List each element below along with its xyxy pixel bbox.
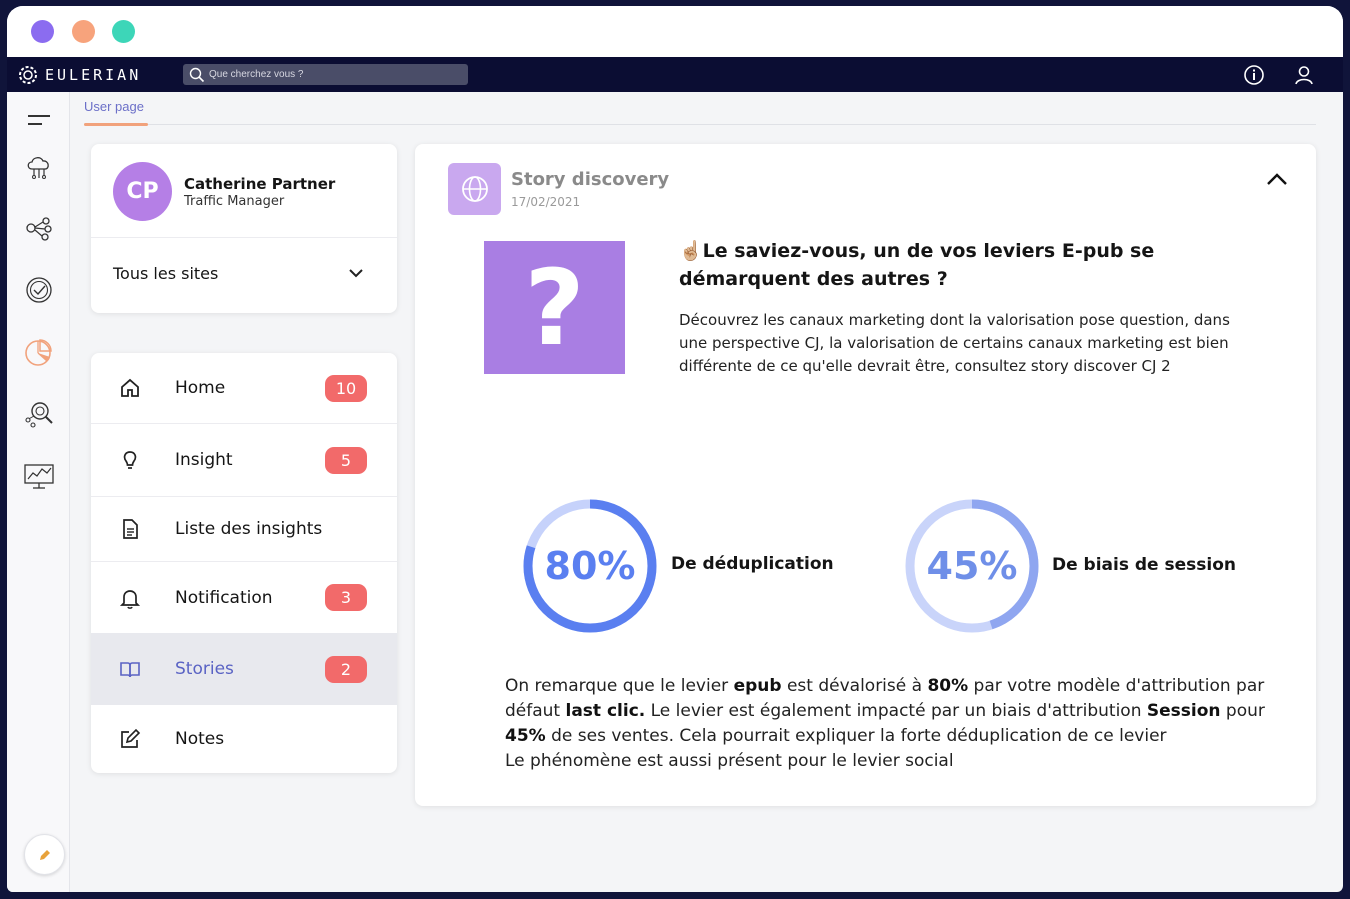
- story-summary: On remarque que le levier epub est déval…: [505, 674, 1285, 774]
- summary-emphasis: 80%: [927, 676, 969, 696]
- story-title: Story discovery: [511, 169, 670, 190]
- cloud-network-icon: [27, 157, 49, 179]
- hamburger-icon: [28, 115, 50, 125]
- info-icon[interactable]: [1243, 64, 1265, 86]
- summary-text: Le levier est également impacté par un b…: [645, 701, 1147, 721]
- deduplication-gauge: 80%: [520, 496, 660, 636]
- search-input[interactable]: [209, 69, 459, 80]
- user-name: Catherine Partner: [184, 175, 336, 193]
- menu-toggle-button[interactable]: [23, 104, 55, 136]
- node-graph-icon: [26, 217, 52, 241]
- chevron-up-icon[interactable]: [1266, 172, 1288, 186]
- summary-emphasis: Session: [1146, 701, 1221, 721]
- summary-text: Le phénomène est aussi présent pour le l…: [505, 751, 954, 771]
- bell-icon: [119, 587, 141, 609]
- gauge-value: 80%: [544, 544, 636, 588]
- question-mark-illustration: ?: [484, 241, 625, 374]
- menu-item-label: Liste des insights: [175, 519, 323, 539]
- count-badge: 10: [325, 374, 367, 402]
- lightbulb-icon: [119, 449, 141, 471]
- story-headline: ☝🏼Le saviez-vous, un de vos leviers E-pu…: [679, 237, 1259, 293]
- avatar: CP: [113, 162, 172, 221]
- session-bias-gauge: 45%: [902, 496, 1042, 636]
- summary-text: de ses ventes. Cela pourrait expliquer l…: [545, 726, 1167, 746]
- story-headline-text: Le saviez-vous, un de vos leviers E-pub …: [679, 240, 1155, 290]
- user-role: Traffic Manager: [184, 194, 285, 209]
- pencil-icon: [39, 849, 50, 860]
- chevron-down-icon[interactable]: [348, 268, 364, 278]
- menu-item-notes[interactable]: Notes: [91, 705, 397, 773]
- window-close-button[interactable]: [31, 20, 54, 43]
- question-glyph: ?: [524, 246, 585, 369]
- floating-edit-button[interactable]: [24, 834, 65, 875]
- menu-item-label: Insight: [175, 450, 233, 470]
- magnifier-network-icon: [25, 402, 53, 428]
- gauge-value: 45%: [926, 544, 1018, 588]
- summary-emphasis: 45%: [505, 726, 546, 746]
- book-icon: [119, 658, 141, 680]
- rail-search-analysis[interactable]: [23, 398, 55, 430]
- edit-icon: [119, 728, 141, 750]
- summary-text: pour: [1220, 701, 1265, 721]
- navigation-menu: Home 10 Insight 5 Liste des insights Not…: [91, 353, 397, 773]
- story-type-badge: [448, 163, 501, 215]
- count-badge: 5: [325, 446, 367, 474]
- summary-emphasis: epub: [733, 676, 782, 696]
- globe-icon: [461, 176, 488, 202]
- gauge-label: De biais de session: [1052, 555, 1237, 575]
- gauge-label: De déduplication: [671, 554, 834, 574]
- menu-item-label: Stories: [175, 659, 234, 679]
- count-badge: 2: [325, 655, 367, 683]
- breadcrumb-divider: [84, 124, 1316, 125]
- document-icon: [119, 518, 141, 540]
- breadcrumb-user-page[interactable]: User page: [84, 99, 144, 114]
- brand-name: EULERIAN: [45, 66, 142, 84]
- top-navigation-bar: EULERIAN: [7, 57, 1343, 92]
- brand-logo[interactable]: EULERIAN: [17, 64, 141, 86]
- rail-connections[interactable]: [23, 212, 55, 244]
- menu-item-insight[interactable]: Insight 5: [91, 424, 397, 496]
- user-account-icon[interactable]: [1293, 64, 1315, 86]
- menu-item-notification[interactable]: Notification 3: [91, 562, 397, 633]
- global-search[interactable]: [183, 64, 468, 85]
- site-selector-label[interactable]: Tous les sites: [113, 264, 218, 283]
- profile-divider: [91, 237, 397, 238]
- summary-emphasis: last clic.: [565, 701, 646, 721]
- window-titlebar: [7, 6, 1343, 57]
- summary-text: On remarque que le levier: [505, 676, 734, 696]
- story-card: Story discovery 17/02/2021 ? ☝🏼Le saviez…: [415, 144, 1316, 806]
- pie-chart-icon: [25, 339, 52, 366]
- menu-item-insights-list[interactable]: Liste des insights: [91, 497, 397, 561]
- rail-data-collection[interactable]: [23, 150, 55, 182]
- menu-item-home[interactable]: Home 10: [91, 353, 397, 423]
- pointing-hand-emoji: ☝🏼: [679, 240, 703, 262]
- count-badge: 3: [325, 584, 367, 611]
- rail-dashboard[interactable]: [23, 460, 55, 492]
- menu-item-label: Home: [175, 378, 226, 398]
- eulerian-logo-icon: [19, 66, 37, 84]
- breadcrumb-active-indicator: [84, 123, 148, 126]
- monitor-chart-icon: [24, 464, 54, 489]
- story-description: Découvrez les canaux marketing dont la v…: [679, 311, 1230, 375]
- search-icon: [189, 67, 205, 82]
- story-date: 17/02/2021: [511, 195, 581, 209]
- rail-analytics[interactable]: [23, 336, 55, 368]
- menu-item-stories[interactable]: Stories 2: [91, 633, 397, 705]
- home-icon: [119, 377, 141, 399]
- side-rail: [7, 92, 70, 892]
- menu-item-label: Notification: [175, 587, 273, 608]
- summary-text: est dévalorisé à: [781, 676, 928, 696]
- window-maximize-button[interactable]: [112, 20, 135, 43]
- app-window: EULERIAN Que cherchez vous ? User page C…: [7, 6, 1343, 892]
- rail-goals[interactable]: [23, 274, 55, 306]
- menu-item-label: Notes: [175, 729, 225, 749]
- window-minimize-button[interactable]: [72, 20, 95, 43]
- profile-card: CP Catherine Partner Traffic Manager Tou…: [91, 144, 397, 313]
- check-circle-icon: [26, 277, 52, 303]
